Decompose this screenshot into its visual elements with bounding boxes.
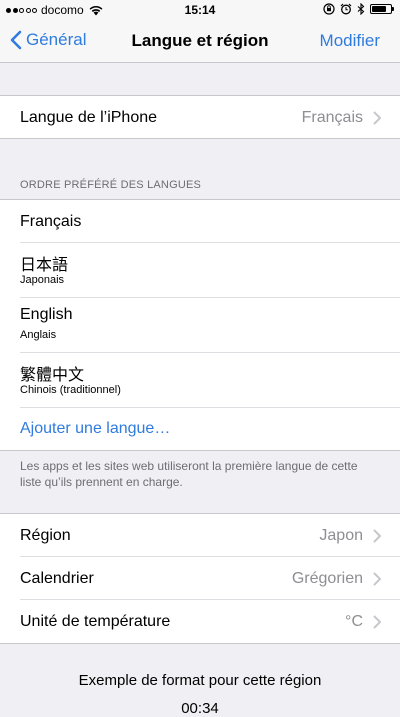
region-label: Région	[20, 527, 71, 544]
add-language-button[interactable]: Ajouter une langue…	[20, 420, 170, 438]
calendar-label: Calendrier	[20, 570, 94, 587]
add-language-row[interactable]: Ajouter une langue…	[0, 408, 400, 450]
chevron-right-icon	[373, 529, 381, 543]
edit-button[interactable]: Modifier	[320, 31, 380, 51]
language-subtitle: Japonais	[20, 274, 65, 286]
iphone-language-value: Français	[301, 109, 363, 126]
navigation-bar: Général Langue et région Modifier	[0, 20, 400, 63]
orientation-lock-icon	[323, 3, 335, 15]
status-right	[323, 3, 394, 15]
status-bar: docomo 15:14	[0, 0, 400, 20]
chevron-right-icon	[373, 111, 381, 125]
temperature-unit-row[interactable]: Unité de température °C	[0, 600, 400, 643]
language-subtitle: Anglais	[20, 329, 57, 341]
calendar-row[interactable]: Calendrier Grégorien	[0, 557, 400, 600]
language-item-japanese[interactable]: 日本語 Japonais	[0, 243, 400, 298]
preferred-languages-header: ORDRE PRÉFÉRÉ DES LANGUES	[20, 179, 202, 191]
bluetooth-icon	[357, 3, 365, 15]
language-name: 日本語	[20, 257, 69, 274]
language-subtitle: Chinois (traditionnel)	[20, 384, 121, 396]
language-item-chinese-traditional[interactable]: 繁體中文 Chinois (traditionnel)	[0, 353, 400, 408]
language-item-english[interactable]: English Anglais	[0, 298, 400, 353]
languages-footer-note: Les apps et les sites web utiliseront la…	[20, 459, 358, 489]
language-name: 繁體中文	[20, 367, 85, 384]
region-value: Japon	[319, 527, 363, 544]
region-format-example-title: Exemple de format pour cette région	[78, 672, 322, 689]
iphone-language-group: Langue de l’iPhone Français	[0, 95, 400, 139]
region-format-example-time: 00:34	[181, 700, 219, 717]
preferred-languages-group: Français 日本語 Japonais English Anglais 繁體…	[0, 199, 400, 451]
language-name: English	[20, 306, 73, 323]
region-row[interactable]: Région Japon	[0, 514, 400, 557]
language-item-french[interactable]: Français	[0, 200, 400, 243]
language-name: Français	[20, 213, 82, 230]
iphone-language-row[interactable]: Langue de l’iPhone Français	[0, 96, 400, 138]
calendar-value: Grégorien	[291, 570, 363, 587]
chevron-right-icon	[373, 572, 381, 586]
temperature-unit-value: °C	[345, 613, 363, 630]
chevron-right-icon	[373, 615, 381, 629]
battery-icon	[370, 4, 394, 14]
alarm-icon	[340, 3, 352, 15]
region-settings-group: Région Japon Calendrier Grégorien Unité …	[0, 513, 400, 644]
temperature-unit-label: Unité de température	[20, 613, 171, 630]
iphone-language-label: Langue de l’iPhone	[20, 109, 158, 126]
